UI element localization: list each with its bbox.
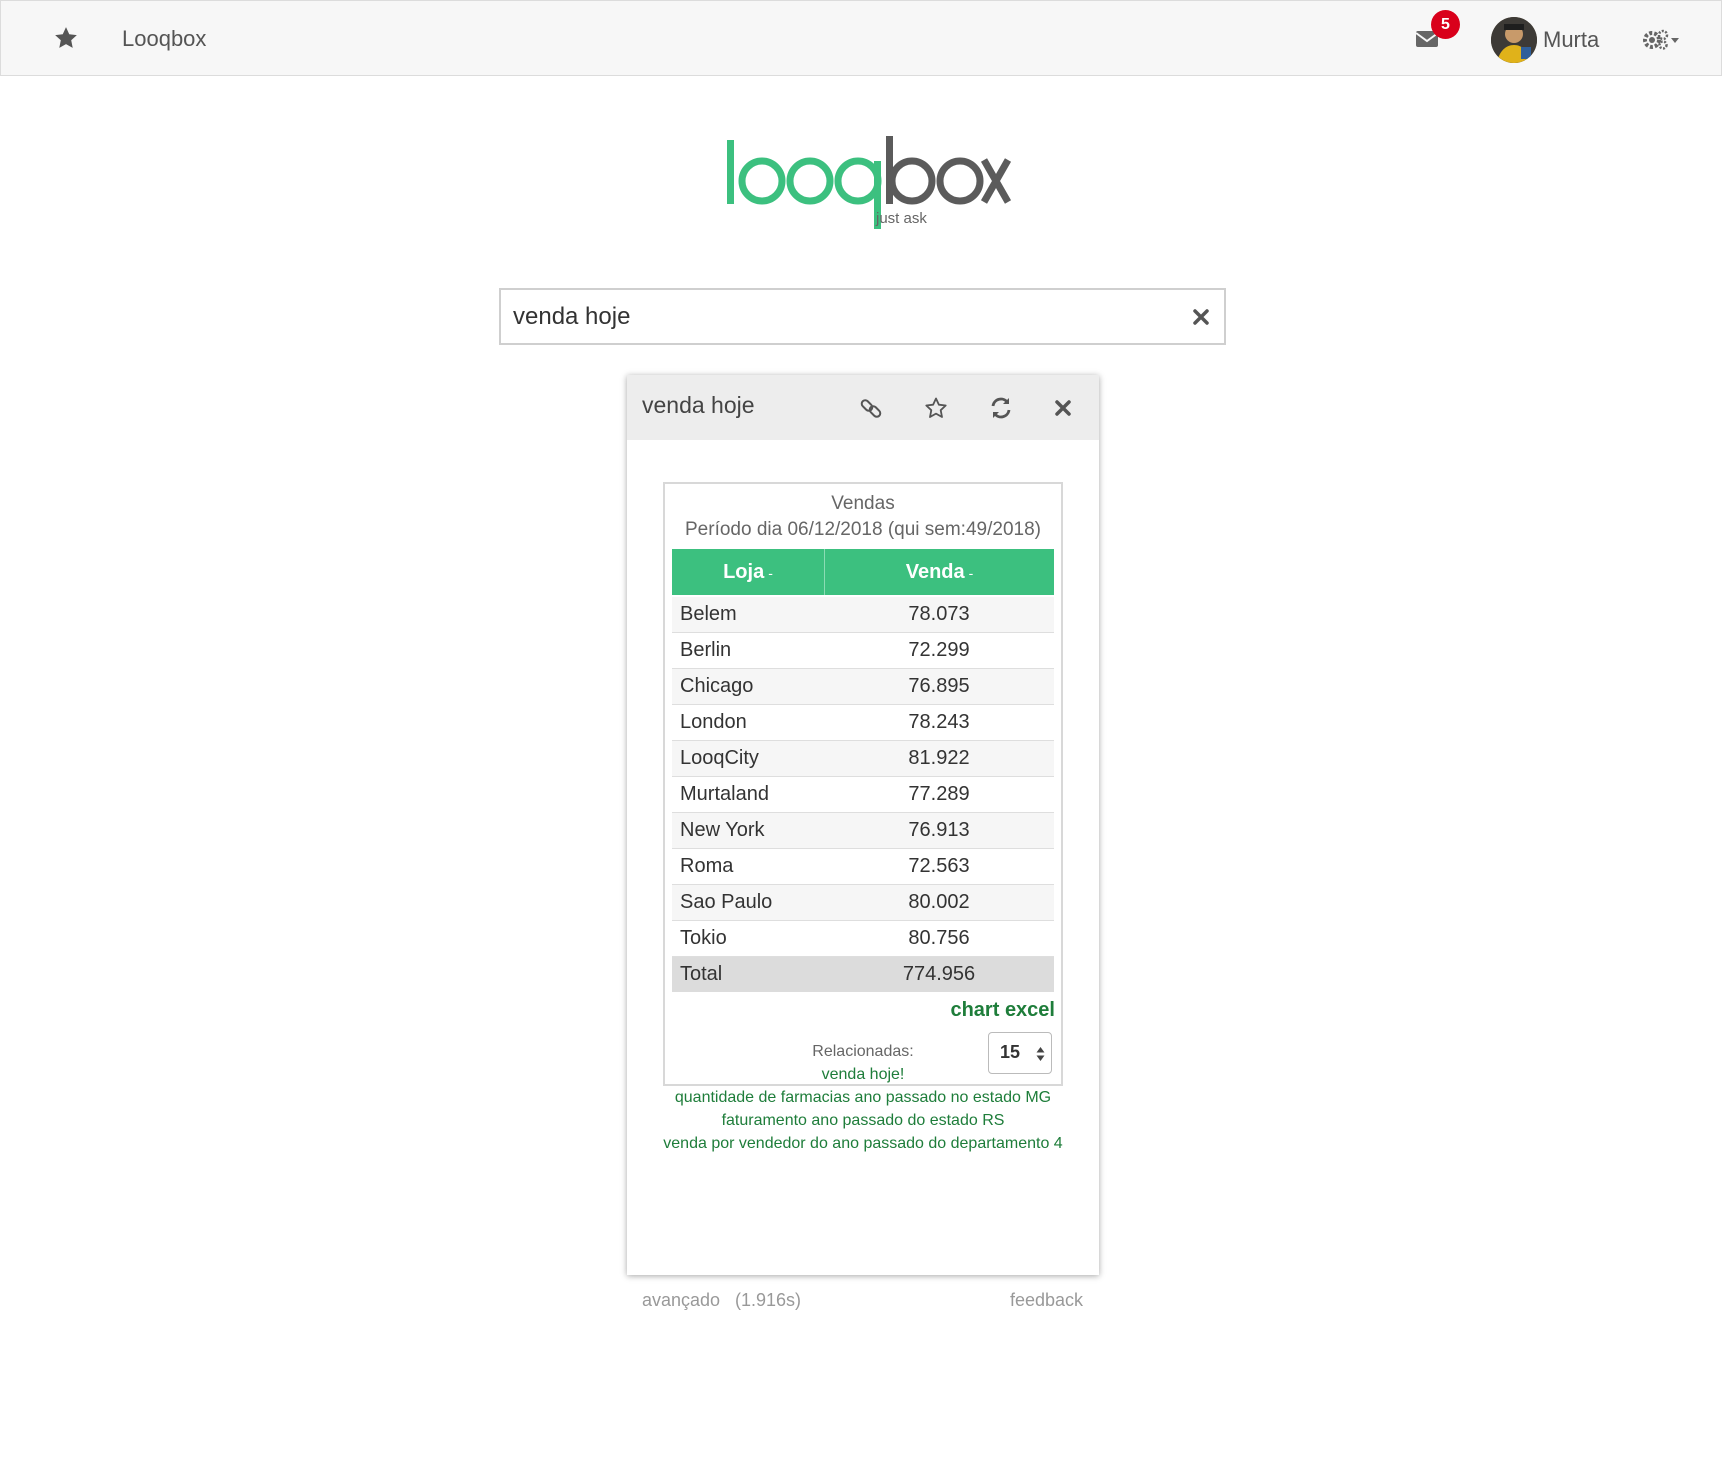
table-row: Murtaland 77.289 [672, 777, 1054, 813]
looqbox-logo: just ask [722, 126, 1012, 232]
refresh-button[interactable] [969, 375, 1031, 440]
table-panel: Vendas Período dia 06/12/2018 (qui sem:4… [663, 482, 1063, 1086]
export-links: chart excel [950, 999, 1055, 1022]
table-row: Sao Paulo 80.002 [672, 885, 1054, 921]
table-header: Loja - Venda - [672, 549, 1054, 595]
svg-text:just ask: just ask [875, 210, 927, 227]
column-header-loja[interactable]: Loja - [672, 549, 824, 595]
related-link[interactable]: faturamento ano passado do estado RS [627, 1112, 1099, 1130]
table-body: Belem 78.073 Berlin 72.299 Chicago 76.895 L… [672, 597, 1054, 992]
link-icon [860, 399, 882, 418]
link-button[interactable] [839, 375, 901, 440]
column-header-venda[interactable]: Venda - [825, 549, 1054, 595]
table-row: Roma 72.563 [672, 849, 1054, 885]
close-card-button[interactable] [1031, 375, 1093, 440]
search-input[interactable] [513, 298, 1153, 336]
table-row: Berlin 72.299 [672, 633, 1054, 669]
related-link[interactable]: quantidade de farmacias ano passado no e… [627, 1089, 1099, 1107]
excel-link[interactable]: excel [1005, 999, 1055, 1021]
result-card: venda hoje Vendas Período dia 06/12/2018… [627, 375, 1099, 1275]
table-row: London 78.243 [672, 705, 1054, 741]
clear-search-icon[interactable] [1191, 307, 1211, 327]
favorites-star-icon[interactable] [53, 25, 79, 51]
related-link[interactable]: venda por vendedor do ano passado do dep… [627, 1135, 1099, 1153]
favorite-button[interactable] [904, 375, 966, 440]
table-row: New York 76.913 [672, 813, 1054, 849]
feedback-link[interactable]: feedback [1010, 1290, 1083, 1311]
card-title: venda hoje [642, 392, 755, 418]
settings-gear-icon[interactable] [1641, 27, 1683, 53]
star-outline-icon [925, 397, 947, 418]
related-link[interactable]: venda hoje! [627, 1066, 1099, 1084]
user-name[interactable]: Murta [1543, 27, 1599, 53]
table-row: Chicago 76.895 [672, 669, 1054, 705]
table-total-row: Total 774.956 [672, 957, 1054, 992]
avatar[interactable] [1491, 17, 1537, 63]
chart-link[interactable]: chart [950, 999, 999, 1021]
table-row: Belem 78.073 [672, 597, 1054, 633]
notification-badge[interactable]: 5 [1431, 10, 1460, 39]
brand-link[interactable]: Looqbox [122, 26, 206, 52]
refresh-icon [991, 397, 1011, 419]
search-box [499, 288, 1226, 345]
table-subtitle: Período dia 06/12/2018 (qui sem:49/2018) [685, 519, 1041, 540]
related-label: Relacionadas: [812, 1043, 914, 1060]
card-header: venda hoje [627, 375, 1099, 440]
query-time: (1.916s) [735, 1290, 802, 1310]
table-title: Vendas [831, 493, 895, 514]
advanced-link[interactable]: avançado [642, 1290, 720, 1311]
table-row: LooqCity 81.922 [672, 741, 1054, 777]
top-navbar: Looqbox 5 Murta [0, 0, 1722, 76]
close-icon [1055, 400, 1071, 416]
table-row: Tokio 80.756 [672, 921, 1054, 957]
